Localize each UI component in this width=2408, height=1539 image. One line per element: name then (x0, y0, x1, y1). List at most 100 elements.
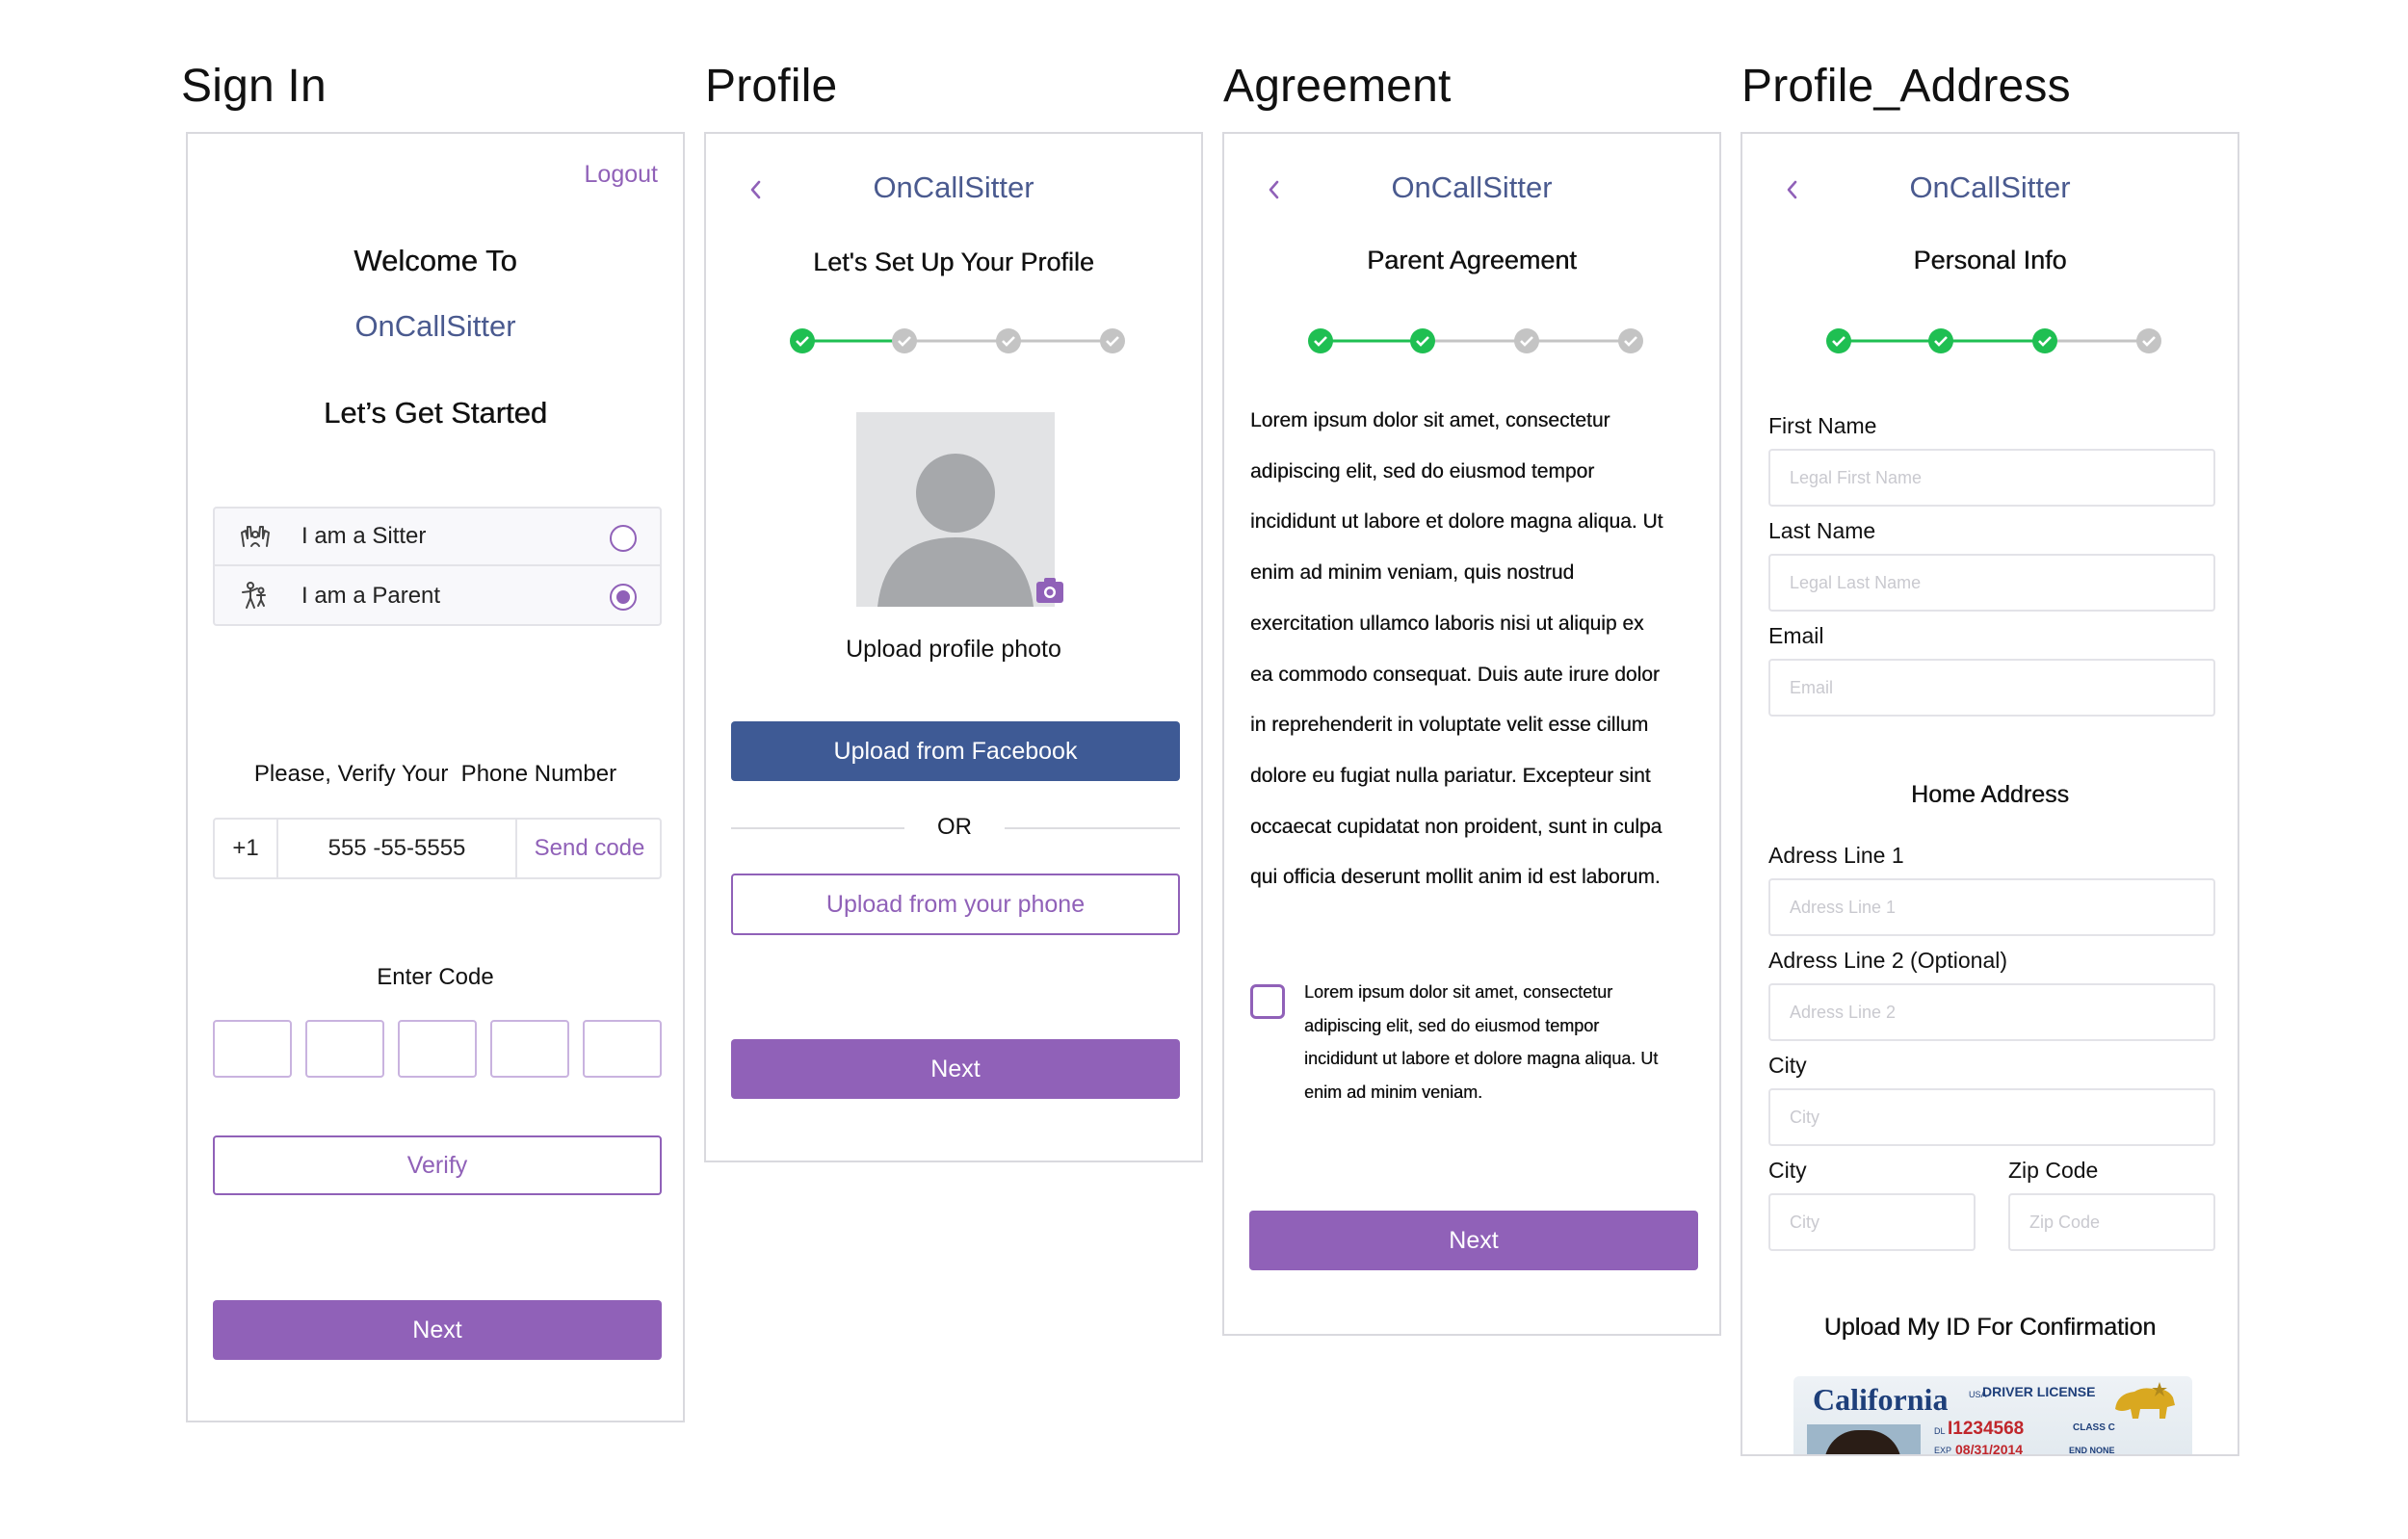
screen-title-profile: Profile (705, 61, 838, 112)
verify-phone-prompt: Please, Verify Your Phone Number (253, 761, 617, 787)
screen-title-agreement: Agreement (1223, 61, 1452, 112)
verify-button[interactable]: Verify (213, 1135, 662, 1195)
or-divider-text: OR (937, 814, 972, 840)
address-line-1-label: Adress Line 1 (1768, 843, 1904, 868)
license-photo-hair (1824, 1430, 1901, 1454)
step-4-icon (1100, 328, 1125, 353)
screen-title-sign-in: Sign In (181, 61, 327, 112)
agreement-line: dolore eu fugiat nulla pariatur. Excepte… (1250, 764, 1651, 787)
email-label: Email (1768, 623, 1824, 648)
upload-id-heading: Upload My ID For Confirmation (1823, 1314, 2157, 1341)
step-2-icon (892, 328, 917, 353)
license-exp-prefix: EXP (1934, 1446, 1952, 1455)
step-3-icon (1514, 328, 1539, 353)
sign-in-screen: Logout Welcome To OnCallSitter Let’s Get… (186, 132, 685, 1422)
license-exp: 08/31/2014 (1955, 1442, 2024, 1456)
profile-address-screen: OnCallSitter Personal Info First Name Le… (1741, 132, 2239, 1456)
personal-info-heading: Personal Info (1913, 246, 2067, 274)
step-2-done-icon (1928, 328, 1953, 353)
license-type: DRIVER LICENSE (1982, 1384, 2096, 1399)
phone-input-group: +1 555 -55-5555 Send code (213, 818, 662, 879)
role-label-sitter: I am a Sitter (301, 523, 427, 549)
step-2-done-icon (1410, 328, 1435, 353)
address-line-2-field[interactable]: Adress Line 2 (1768, 983, 2215, 1041)
or-divider-left (731, 827, 904, 829)
address-line-1-field[interactable]: Adress Line 1 (1768, 878, 2215, 936)
address-line-2-label: Adress Line 2 (Optional) (1768, 948, 2008, 973)
agreement-line: enim ad minim veniam, quis nostrud (1250, 561, 1575, 585)
radio-parent[interactable] (610, 584, 637, 611)
step-1-done-icon (1308, 328, 1333, 353)
agree-checkbox-text: Lorem ipsum dolor sit amet, consectetur … (1304, 976, 1709, 1109)
progress-stepper (790, 328, 1125, 353)
code-digit-2[interactable] (305, 1020, 384, 1078)
code-digit-1[interactable] (213, 1020, 292, 1078)
send-code-button[interactable]: Send code (517, 820, 662, 877)
parent-icon (242, 582, 266, 609)
role-selector: I am a Sitter I am a Parent (213, 507, 662, 626)
first-name-field[interactable]: Legal First Name (1768, 449, 2215, 507)
id-card-preview[interactable]: California USA DRIVER LICENSE DL I123456… (1793, 1376, 2192, 1456)
checkbox-text-line: adipiscing elit, sed do eiusmod tempor (1304, 1015, 1600, 1035)
profile-photo-placeholder[interactable] (856, 412, 1055, 607)
role-label-parent: I am a Parent (301, 583, 441, 609)
country-code[interactable]: +1 (215, 820, 278, 877)
zip-code-field[interactable]: Zip Code (2008, 1193, 2215, 1251)
code-input-group (213, 1020, 662, 1080)
next-button[interactable]: Next (1249, 1211, 1698, 1270)
radio-parent-dot (616, 590, 630, 604)
screen-title-profile-address: Profile_Address (1741, 61, 2071, 112)
camera-icon[interactable] (1035, 577, 1064, 604)
license-state: California (1813, 1382, 1949, 1417)
logout-link[interactable]: Logout (585, 161, 658, 189)
agreement-body: Lorem ipsum dolor sit amet, consectetur … (1250, 396, 1713, 903)
zip-code-label: Zip Code (2008, 1158, 2099, 1183)
agreement-line: incididunt ut labore et dolore magna ali… (1250, 510, 1663, 534)
city-field-2[interactable]: City (1768, 1193, 1976, 1251)
city-label-2: City (1768, 1158, 1807, 1183)
profile-heading: Let's Set Up Your Profile (813, 248, 1094, 276)
get-started-heading: Let’s Get Started (323, 396, 548, 430)
progress-stepper (1826, 328, 2161, 353)
progress-stepper (1308, 328, 1643, 353)
license-dl-number: I1234568 (1948, 1419, 2025, 1439)
agree-checkbox[interactable] (1250, 984, 1285, 1019)
brand-name: OnCallSitter (1909, 170, 2071, 204)
city-field[interactable]: City (1768, 1088, 2215, 1146)
next-button[interactable]: Next (731, 1039, 1180, 1099)
code-digit-3[interactable] (398, 1020, 477, 1078)
checkbox-text-line: incididunt ut labore et dolore magna ali… (1304, 1049, 1659, 1068)
first-name-label: First Name (1768, 413, 1877, 438)
role-option-parent[interactable]: I am a Parent (215, 567, 660, 625)
phone-input[interactable]: 555 -55-5555 (278, 820, 517, 877)
agreement-screen: OnCallSitter Parent Agreement Lorem ipsu… (1222, 132, 1721, 1336)
or-divider-right (1005, 827, 1180, 829)
license-dl-prefix: DL (1934, 1426, 1946, 1436)
step-3-done-icon (2032, 328, 2057, 353)
agreement-heading: Parent Agreement (1367, 246, 1577, 274)
code-digit-4[interactable] (490, 1020, 569, 1078)
email-field[interactable]: Email (1768, 659, 2215, 717)
checkbox-text-line: Lorem ipsum dolor sit amet, consectetur (1304, 982, 1613, 1002)
license-photo (1807, 1424, 1921, 1454)
step-1-done-icon (790, 328, 815, 353)
role-option-sitter[interactable]: I am a Sitter (215, 509, 660, 566)
upload-facebook-button[interactable]: Upload from Facebook (731, 721, 1180, 781)
agreement-line: ea commodo consequat. Duis aute irure do… (1250, 663, 1660, 686)
avatar-silhouette-icon (877, 454, 1034, 607)
agreement-line: Lorem ipsum dolor sit amet, consectetur (1250, 409, 1610, 431)
brand-name: OnCallSitter (354, 309, 516, 343)
agreement-line: qui officia deserunt mollit anim id est … (1250, 866, 1661, 889)
upload-photo-label: Upload profile photo (846, 636, 1061, 663)
code-digit-5[interactable] (583, 1020, 662, 1078)
upload-phone-button[interactable]: Upload from your phone (731, 874, 1180, 935)
sitter-icon (241, 526, 270, 547)
radio-sitter[interactable] (610, 525, 637, 552)
profile-screen: OnCallSitter Let's Set Up Your Profile U… (704, 132, 1203, 1162)
enter-code-label: Enter Code (377, 964, 494, 990)
next-button[interactable]: Next (213, 1300, 662, 1360)
last-name-field[interactable]: Legal Last Name (1768, 554, 2215, 612)
city-label: City (1768, 1053, 1807, 1078)
home-address-heading: Home Address (1911, 781, 2069, 808)
step-4-icon (1618, 328, 1643, 353)
